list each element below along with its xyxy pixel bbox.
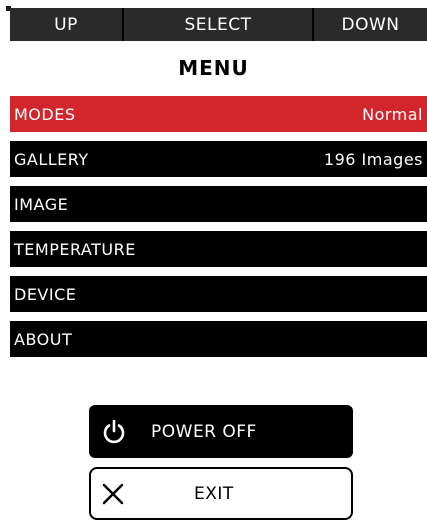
up-button[interactable]: UP bbox=[10, 8, 122, 41]
menu-item-modes[interactable]: MODES Normal bbox=[10, 96, 427, 132]
menu-item-label: GALLERY bbox=[14, 149, 89, 169]
menu-item-gallery[interactable]: GALLERY 196 Images bbox=[10, 141, 427, 177]
menu-item-about[interactable]: ABOUT bbox=[10, 321, 427, 357]
menu-item-label: DEVICE bbox=[14, 284, 77, 304]
close-icon bbox=[102, 483, 124, 505]
down-button[interactable]: DOWN bbox=[314, 8, 427, 41]
menu-item-label: ABOUT bbox=[14, 329, 73, 349]
top-nav-bar: UP SELECT DOWN bbox=[10, 8, 427, 41]
menu-item-label: TEMPERATURE bbox=[14, 239, 136, 259]
exit-button[interactable]: EXIT bbox=[89, 467, 353, 520]
menu-item-value: 196 Images bbox=[323, 149, 423, 169]
menu-item-temperature[interactable]: TEMPERATURE bbox=[10, 231, 427, 267]
power-off-button[interactable]: POWER OFF bbox=[89, 405, 353, 458]
select-button[interactable]: SELECT bbox=[122, 8, 314, 41]
power-off-label: POWER OFF bbox=[151, 421, 257, 442]
menu-item-value: Normal bbox=[362, 104, 423, 124]
power-icon bbox=[103, 419, 125, 444]
menu-item-label: IMAGE bbox=[14, 194, 69, 214]
menu-list: MODES Normal GALLERY 196 Images IMAGE TE… bbox=[10, 96, 427, 366]
menu-item-device[interactable]: DEVICE bbox=[10, 276, 427, 312]
menu-item-label: MODES bbox=[14, 104, 76, 124]
menu-title: MENU bbox=[178, 56, 249, 80]
exit-label: EXIT bbox=[194, 483, 234, 504]
menu-item-image[interactable]: IMAGE bbox=[10, 186, 427, 222]
